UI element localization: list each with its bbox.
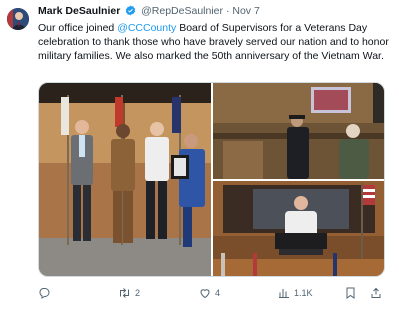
like-button[interactable]: 4 <box>199 286 220 300</box>
verified-badge-icon <box>125 5 136 20</box>
separator: · <box>225 5 230 17</box>
mention-link[interactable]: @CCCounty <box>117 22 176 34</box>
post-header: Mark DeSaulnier @RepDeSaulnier · Nov 7 <box>38 5 260 20</box>
views-icon <box>278 287 290 299</box>
author-name[interactable]: Mark DeSaulnier <box>38 5 120 17</box>
repost-count: 2 <box>135 288 141 298</box>
views-count: 1.1K <box>294 288 313 298</box>
photo-podium-speaker[interactable] <box>213 181 384 276</box>
like-count: 4 <box>215 288 221 298</box>
media-grid <box>38 82 385 277</box>
reply-button[interactable] <box>38 286 54 300</box>
photo-ceremony-group[interactable] <box>39 83 211 276</box>
share-icon <box>370 287 382 299</box>
repost-icon <box>118 287 131 299</box>
post-text-part: Our office joined <box>38 22 118 34</box>
bookmark-icon <box>345 287 356 299</box>
post-text: Our office joined @CCCounty Board of Sup… <box>38 21 390 63</box>
bookmark-button[interactable] <box>345 286 356 300</box>
heart-icon <box>199 287 211 299</box>
repost-button[interactable]: 2 <box>118 286 140 300</box>
post-actions: 2 4 1.1K <box>38 286 388 300</box>
author-handle[interactable]: @RepDeSaulnier <box>141 5 223 17</box>
reply-icon <box>38 287 50 299</box>
photo-chamber[interactable] <box>213 83 384 179</box>
views-button[interactable]: 1.1K <box>278 286 313 300</box>
avatar[interactable] <box>7 8 29 30</box>
share-button[interactable] <box>370 286 382 300</box>
post-date[interactable]: Nov 7 <box>232 5 259 17</box>
